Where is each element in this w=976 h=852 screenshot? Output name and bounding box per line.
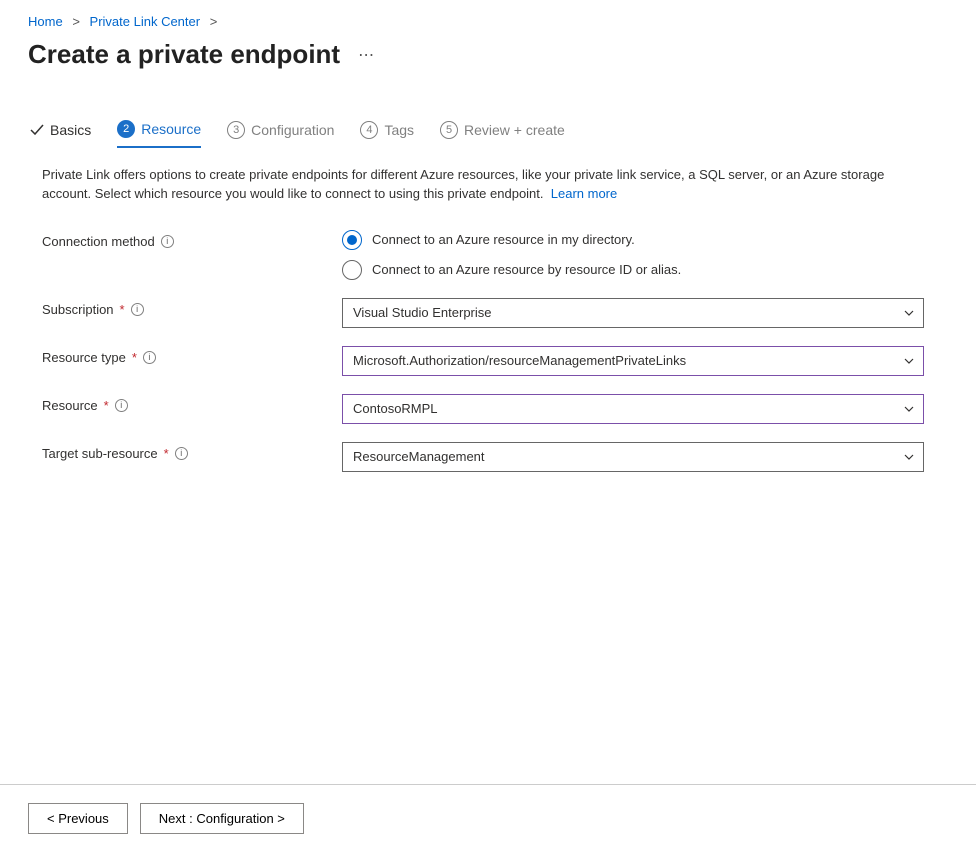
info-icon[interactable]: i — [115, 399, 128, 412]
chevron-down-icon — [903, 355, 915, 367]
radio-icon — [342, 260, 362, 280]
info-icon[interactable]: i — [161, 235, 174, 248]
select-resource[interactable]: ContosoRMPL — [342, 394, 924, 424]
tab-basics[interactable]: Basics — [28, 121, 91, 147]
wizard-tabs: Basics 2 Resource 3 Configuration 4 Tags… — [0, 110, 976, 148]
tab-tags[interactable]: 4 Tags — [360, 121, 414, 147]
more-actions-icon[interactable]: ⋯ — [358, 45, 375, 65]
wizard-footer: < Previous Next : Configuration > — [0, 784, 976, 852]
select-value: Visual Studio Enterprise — [353, 305, 492, 320]
page-title: Create a private endpoint — [28, 39, 340, 70]
radio-connect-my-directory[interactable]: Connect to an Azure resource in my direc… — [342, 230, 924, 250]
tab-label: Tags — [384, 122, 414, 138]
required-star: * — [132, 350, 137, 365]
page-header: Create a private endpoint ⋯ — [0, 33, 976, 98]
radio-label: Connect to an Azure resource in my direc… — [372, 232, 635, 247]
step-number-icon: 5 — [440, 121, 458, 139]
select-value: Microsoft.Authorization/resourceManageme… — [353, 353, 686, 368]
breadcrumb: Home > Private Link Center > — [0, 0, 976, 33]
step-number-icon: 2 — [117, 120, 135, 138]
radio-label: Connect to an Azure resource by resource… — [372, 262, 681, 277]
chevron-down-icon — [903, 451, 915, 463]
chevron-down-icon — [903, 403, 915, 415]
step-number-icon: 3 — [227, 121, 245, 139]
radio-connect-by-id[interactable]: Connect to an Azure resource by resource… — [342, 260, 924, 280]
resource-form: Connection method i Connect to an Azure … — [0, 222, 976, 498]
previous-button[interactable]: < Previous — [28, 803, 128, 834]
tab-label: Configuration — [251, 122, 334, 138]
next-button[interactable]: Next : Configuration > — [140, 803, 304, 834]
select-resource-type[interactable]: Microsoft.Authorization/resourceManageme… — [342, 346, 924, 376]
intro-text: Private Link offers options to create pr… — [0, 148, 976, 222]
tab-label: Review + create — [464, 122, 565, 138]
required-star: * — [164, 446, 169, 461]
breadcrumb-sep: > — [210, 14, 218, 29]
select-target-sub-resource[interactable]: ResourceManagement — [342, 442, 924, 472]
info-icon[interactable]: i — [143, 351, 156, 364]
breadcrumb-sep: > — [72, 14, 80, 29]
select-value: ResourceManagement — [353, 449, 485, 464]
checkmark-icon — [28, 121, 46, 139]
required-star: * — [120, 302, 125, 317]
label-resource-type: Resource type * i — [42, 346, 342, 365]
info-icon[interactable]: i — [175, 447, 188, 460]
label-subscription: Subscription * i — [42, 298, 342, 317]
chevron-down-icon — [903, 307, 915, 319]
intro-body: Private Link offers options to create pr… — [42, 167, 884, 201]
select-subscription[interactable]: Visual Studio Enterprise — [342, 298, 924, 328]
tab-label: Resource — [141, 121, 201, 137]
radio-icon — [342, 230, 362, 250]
breadcrumb-private-link-center[interactable]: Private Link Center — [90, 14, 201, 29]
label-target-sub-resource: Target sub-resource * i — [42, 442, 342, 461]
tab-review-create[interactable]: 5 Review + create — [440, 121, 565, 147]
learn-more-link[interactable]: Learn more — [551, 186, 617, 201]
tab-label: Basics — [50, 122, 91, 138]
tab-configuration[interactable]: 3 Configuration — [227, 121, 334, 147]
required-star: * — [104, 398, 109, 413]
label-connection-method: Connection method i — [42, 230, 342, 249]
step-number-icon: 4 — [360, 121, 378, 139]
breadcrumb-home[interactable]: Home — [28, 14, 63, 29]
select-value: ContosoRMPL — [353, 401, 438, 416]
tab-resource[interactable]: 2 Resource — [117, 120, 201, 148]
info-icon[interactable]: i — [131, 303, 144, 316]
label-resource: Resource * i — [42, 394, 342, 413]
